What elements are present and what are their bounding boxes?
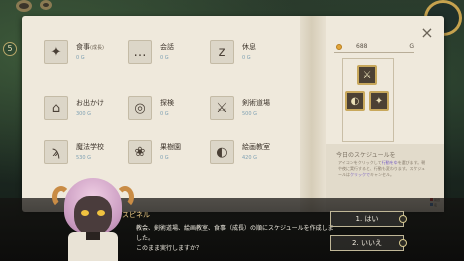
- facility-outing[interactable]: ⌂ お出かけ 300 G: [40, 92, 124, 126]
- choice-yes-button[interactable]: 1. はい: [330, 211, 407, 227]
- facility-name: 魔法学校: [76, 143, 104, 151]
- facility-price: 0 G: [76, 55, 85, 61]
- character-face: [74, 196, 112, 236]
- sleep-zzz-icon: z: [210, 40, 234, 64]
- gear-ornament-icon: [40, 0, 52, 10]
- facility-price: 500 G: [242, 111, 258, 117]
- dialogue-text: 教会、剣術道場、絵画教室、食事（成長）の順にスケジュールを作成しました。 このま…: [136, 224, 336, 254]
- facility-price: 0 G: [160, 155, 169, 161]
- schedule-page: × 688 G ⚔ ◐ ✦ 今日のスケジュールを アイコンをクリックして行動をゆ…: [326, 16, 444, 212]
- facility-name: 果樹園: [160, 143, 181, 151]
- facility-orchard[interactable]: ❀ 果樹園 0 G: [124, 136, 208, 170]
- choice-label: 1. はい: [355, 215, 379, 223]
- sword-icon: ⚔: [362, 69, 372, 81]
- money-underline: [334, 52, 414, 53]
- paint-palette-icon: ◐: [350, 95, 360, 107]
- eye-right: [97, 210, 105, 216]
- town-outing-icon: ⌂: [44, 96, 68, 120]
- money-unit: G: [409, 43, 414, 50]
- choice-cursor-icon: [399, 239, 407, 247]
- fork-knife-icon: ✦: [44, 40, 68, 64]
- facility-price: 530 G: [76, 155, 92, 161]
- money-display: 688 G: [334, 42, 414, 53]
- schedule-slot[interactable]: ⚔: [357, 65, 377, 85]
- speech-bubble-icon: …: [128, 40, 152, 64]
- facility-price: 0 G: [160, 111, 169, 117]
- facility-painting-class[interactable]: ◐ 絵画教室 420 G: [206, 136, 290, 170]
- facility-explore[interactable]: ◎ 探検 0 G: [124, 92, 208, 126]
- facility-name: 剣術道場: [242, 99, 270, 107]
- choice-no-button[interactable]: 2. いいえ: [330, 235, 407, 251]
- facility-magic-school[interactable]: ϡ 魔法学校 530 G: [40, 136, 124, 170]
- money-amount: 688: [356, 43, 368, 50]
- schedule-slots: ⚔ ◐ ✦: [342, 58, 394, 142]
- choice-cursor-icon: [399, 215, 407, 223]
- today-instructions: アイコンをクリックして行動をゆを選びます。朝や夜に実行すると、行動も変わります。…: [338, 160, 426, 177]
- facility-name: 休息: [242, 43, 256, 51]
- eye-left: [81, 210, 89, 216]
- facility-name: 会話: [160, 43, 174, 51]
- facility-price: 300 G: [76, 111, 92, 117]
- facility-price: 420 G: [242, 155, 258, 161]
- close-icon[interactable]: ×: [419, 25, 435, 42]
- facility-talk[interactable]: … 会話 0 G: [124, 36, 208, 70]
- fruit-icon: ❀: [128, 140, 152, 164]
- dialogue-line: 教会、剣術道場、絵画教室、食事（成長）の順にスケジュールを作成しました。: [136, 225, 334, 242]
- today-title: 今日のスケジュールを: [336, 152, 396, 159]
- character-ribbon: [86, 232, 100, 240]
- gear-ornament-icon: [16, 0, 32, 12]
- fork-knife-icon: ✦: [374, 95, 384, 107]
- sword-icon: ⚔: [210, 96, 234, 120]
- facility-price: 0 G: [242, 55, 251, 61]
- compass-icon: ◎: [128, 96, 152, 120]
- schedule-slot[interactable]: ✦: [369, 91, 389, 111]
- facility-name: 絵画教室: [242, 143, 270, 151]
- facility-meal[interactable]: ✦ 食事(成長) 0 G: [40, 36, 124, 70]
- dialogue-line: このまま実行しますか？: [136, 245, 203, 252]
- book-spine: [300, 16, 326, 212]
- facility-name: 探検: [160, 99, 174, 107]
- level-badge: 5: [3, 42, 17, 56]
- facility-swordsmanship-dojo[interactable]: ⚔ 剣術道場 500 G: [206, 92, 290, 126]
- coin-icon: [336, 44, 342, 50]
- schedule-slot[interactable]: ◐: [345, 91, 365, 111]
- paint-palette-icon: ◐: [210, 140, 234, 164]
- facility-name: お出かけ: [76, 99, 104, 107]
- facility-note: (成長): [90, 45, 104, 51]
- facility-price: 0 G: [160, 55, 169, 61]
- facility-rest[interactable]: z 休息 0 G: [206, 36, 290, 70]
- magic-wand-icon: ϡ: [44, 140, 68, 164]
- speaker-name: スピネル: [122, 211, 150, 219]
- facility-name: 食事: [76, 43, 90, 51]
- choice-label: 2. いいえ: [352, 239, 382, 247]
